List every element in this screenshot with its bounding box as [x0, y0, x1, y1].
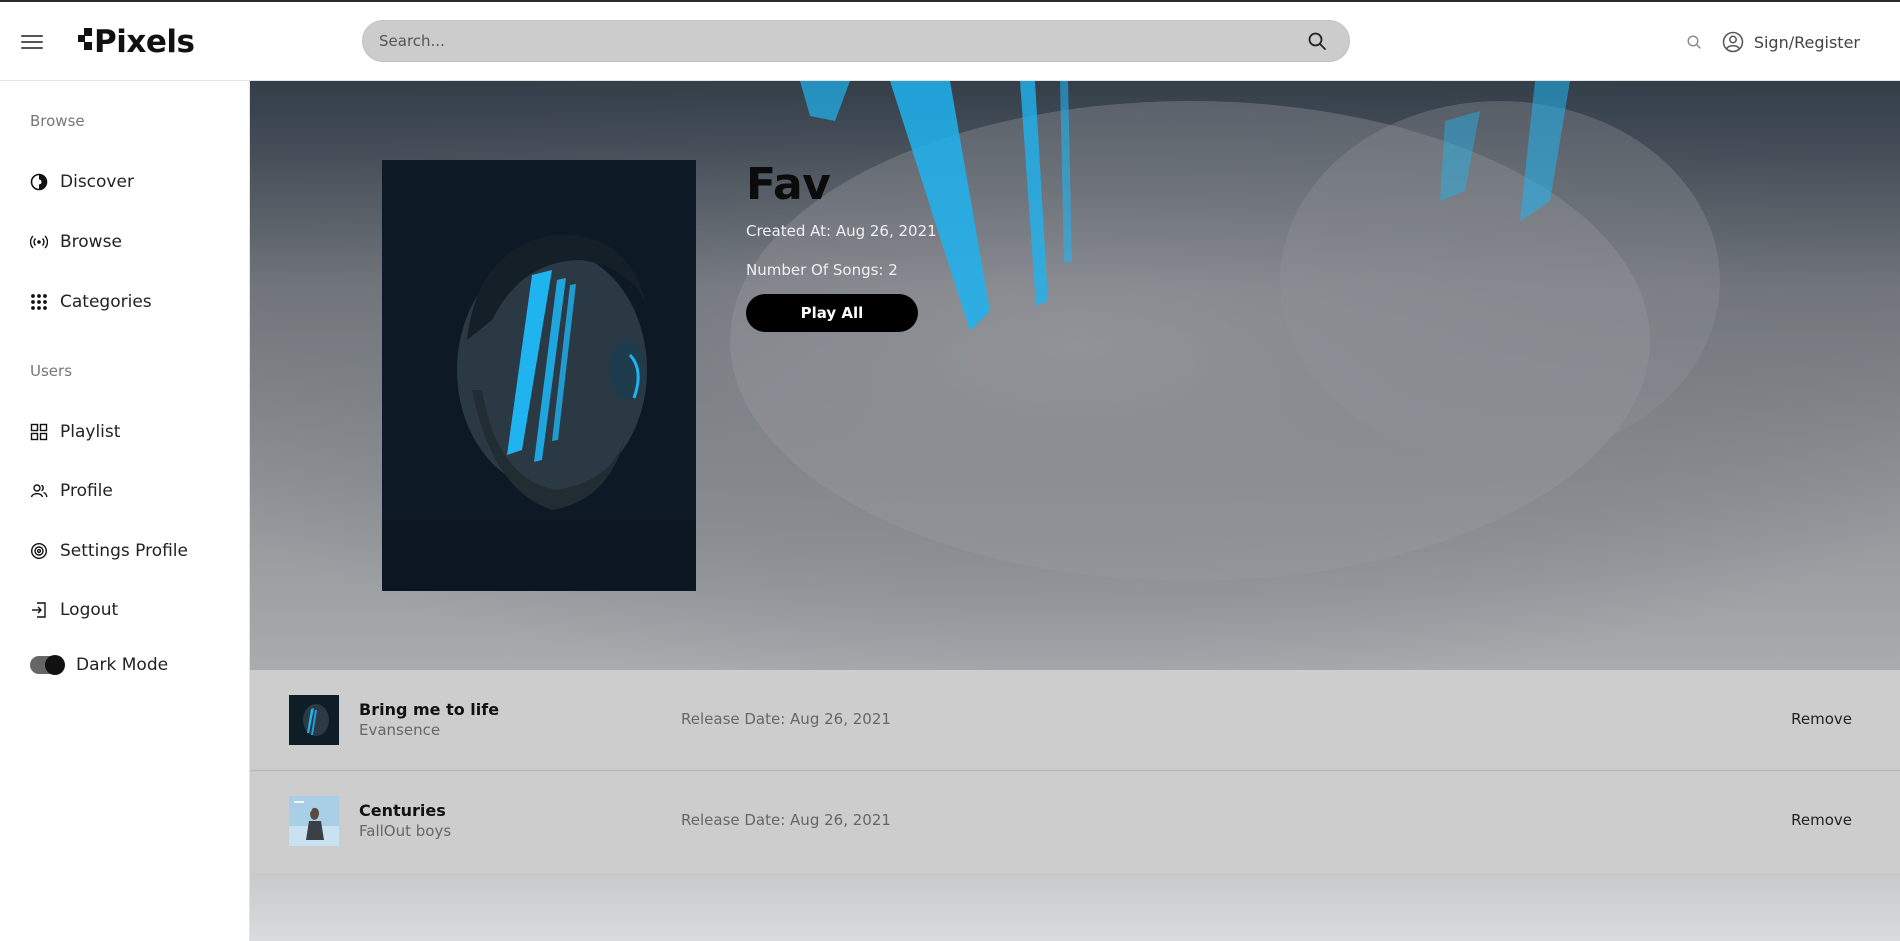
sidebar-item-playlist[interactable]: Playlist: [30, 419, 120, 445]
content-background: [250, 873, 1900, 941]
compass-icon: [30, 173, 48, 191]
table-row[interactable]: Centuries FallOut boys Release Date: Aug…: [250, 771, 1900, 873]
sidebar-item-categories[interactable]: Categories: [30, 289, 152, 315]
sidebar-item-discover[interactable]: Discover: [30, 169, 134, 195]
search-bar: [362, 20, 1350, 62]
grid-dots-icon: [30, 293, 48, 311]
sidebar-item-profile[interactable]: Profile: [30, 478, 113, 504]
logo-text: Pixels: [94, 24, 195, 60]
remove-button[interactable]: Remove: [1791, 811, 1852, 829]
song-artist: FallOut boys: [359, 822, 452, 840]
sidebar-item-settings-profile[interactable]: Settings Profile: [30, 538, 188, 564]
play-all-button[interactable]: Play All: [746, 294, 918, 332]
playlist-cover-image: [382, 160, 696, 591]
song-title[interactable]: Bring me to life: [359, 700, 499, 719]
logo-mark-icon: [78, 27, 92, 57]
sidebar-item-label: Logout: [60, 600, 119, 620]
search-input[interactable]: [379, 21, 1279, 61]
playlist-info: Fav Created At: Aug 26, 2021 Number Of S…: [746, 159, 937, 332]
header-actions: Sign/Register: [1686, 29, 1860, 55]
menu-icon[interactable]: [21, 35, 43, 49]
search-icon[interactable]: [1686, 34, 1702, 50]
search-icon[interactable]: [1307, 31, 1327, 51]
playlist-hero: Fav Created At: Aug 26, 2021 Number Of S…: [250, 81, 1900, 670]
song-release-date: Release Date: Aug 26, 2021: [681, 811, 891, 829]
sidebar-item-label: Browse: [60, 232, 122, 252]
song-list: Bring me to life Evansence Release Date:…: [250, 670, 1900, 873]
playlist-created-at: Created At: Aug 26, 2021: [746, 222, 937, 240]
sidebar-item-label: Playlist: [60, 422, 121, 442]
sidebar-item-label: Discover: [60, 172, 134, 192]
logout-icon: [30, 601, 48, 619]
song-thumbnail: [289, 695, 339, 745]
song-thumbnail: [289, 796, 339, 846]
song-title[interactable]: Centuries: [359, 801, 446, 820]
sidebar-item-logout[interactable]: Logout: [30, 597, 118, 623]
sign-register-link[interactable]: Sign/Register: [1754, 33, 1860, 52]
playlist-title: Fav: [746, 159, 831, 210]
remove-button[interactable]: Remove: [1791, 710, 1852, 728]
section-label-browse: Browse: [30, 112, 85, 130]
sidebar-item-label: Settings Profile: [60, 541, 188, 561]
section-label-users: Users: [30, 362, 73, 380]
user-circle-icon[interactable]: [1722, 31, 1744, 53]
users-icon: [30, 482, 48, 500]
playlist-song-count: Number Of Songs: 2: [746, 261, 898, 279]
sidebar: Browse Discover Browse Categories Users: [0, 81, 250, 941]
sidebar-item-browse[interactable]: Browse: [30, 229, 122, 255]
top-bar: Pixels Sign/Register: [0, 0, 1900, 81]
sidebar-item-label: Profile: [60, 481, 113, 501]
song-release-date: Release Date: Aug 26, 2021: [681, 710, 891, 728]
toggle-switch[interactable]: [30, 655, 65, 675]
broadcast-icon: [30, 233, 48, 251]
table-row[interactable]: Bring me to life Evansence Release Date:…: [250, 670, 1900, 771]
logo[interactable]: Pixels: [78, 24, 195, 60]
dark-mode-toggle[interactable]: Dark Mode: [30, 652, 168, 678]
dark-mode-label: Dark Mode: [76, 655, 169, 675]
song-artist: Evansence: [359, 721, 441, 739]
grid-squares-icon: [30, 423, 48, 441]
sidebar-item-label: Categories: [60, 292, 152, 312]
settings-icon: [30, 542, 48, 560]
